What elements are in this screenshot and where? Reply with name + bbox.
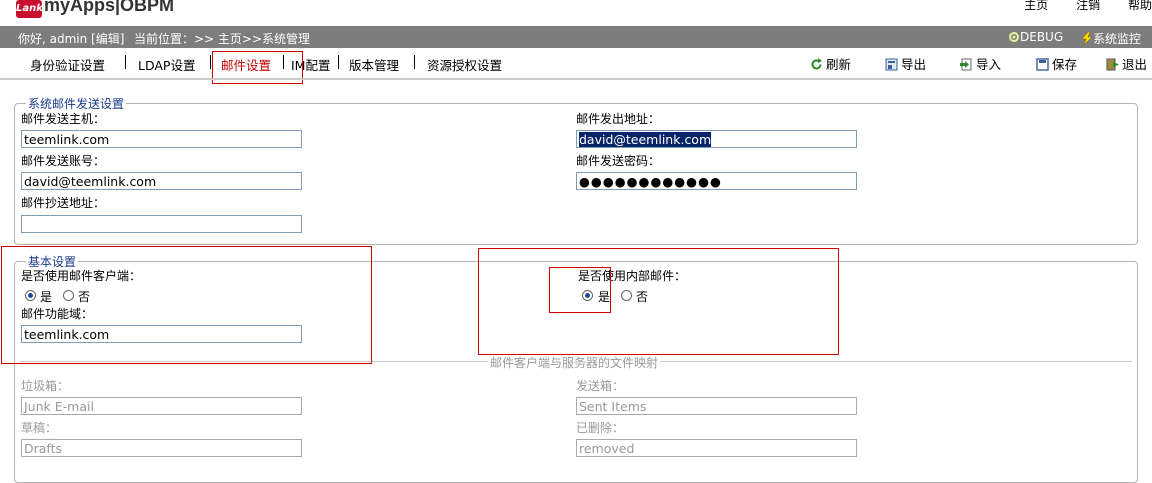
sent-input[interactable]: Sent Items: [576, 397, 857, 415]
system-monitor-link[interactable]: 系统监控: [1081, 30, 1141, 47]
smtp-host-input[interactable]: teemlink.com: [21, 130, 302, 148]
toolbar-divider: [0, 78, 1152, 80]
trash-input[interactable]: Junk E-mail: [21, 397, 302, 415]
smtp-account-input[interactable]: david@teemlink.com: [21, 172, 302, 190]
tab-separator: [125, 55, 126, 69]
app-title: myApps|OBPM: [44, 0, 175, 15]
mapping-title: 邮件客户端与服务器的文件映射: [490, 356, 659, 370]
tab-resource-auth[interactable]: 资源授权设置: [427, 55, 502, 74]
tab-separator: [414, 55, 415, 69]
debug-link[interactable]: DEBUG: [1008, 30, 1063, 44]
user-greeting[interactable]: 你好, admin [编辑]: [18, 30, 124, 47]
toolbar: 身份验证设置 LDAP设置 邮件设置 IM配置 版本管理 资源授权设置 刷新 导…: [0, 48, 1152, 78]
tab-auth[interactable]: 身份验证设置: [30, 55, 105, 74]
exit-button[interactable]: 退出: [1106, 54, 1147, 73]
tab-separator: [338, 55, 339, 69]
help-link[interactable]: 帮助: [1128, 0, 1152, 13]
export-button[interactable]: 导出: [885, 54, 926, 73]
from-address-label: 邮件发出地址：: [576, 112, 661, 126]
annotation-box-internal-mail: [478, 248, 839, 355]
tab-version[interactable]: 版本管理: [349, 55, 399, 74]
tab-ldap[interactable]: LDAP设置: [138, 55, 195, 74]
save-icon: [1036, 58, 1049, 71]
trash-label: 垃圾箱：: [21, 379, 70, 393]
user-bar: 你好, admin [编辑] 当前位置：>> 主页>>系统管理 DEBUG 系统…: [0, 26, 1152, 48]
smtp-password-input[interactable]: ●●●●●●●●●●●●: [576, 172, 857, 190]
mapping-divider-right: [660, 361, 1132, 362]
refresh-button[interactable]: 刷新: [810, 54, 851, 73]
top-links: 主页 注销 帮助: [1000, 0, 1152, 13]
cc-address-label: 邮件抄送地址：: [21, 196, 106, 210]
tab-separator: [210, 55, 211, 69]
breadcrumb: 当前位置：>> 主页>>系统管理: [134, 32, 311, 46]
logo-icon: Lank: [16, 0, 43, 18]
deleted-input[interactable]: removed: [576, 439, 857, 457]
smtp-password-label: 邮件发送密码：: [576, 154, 661, 168]
deleted-label: 已删除：: [576, 421, 625, 435]
lightning-icon: [1081, 31, 1093, 46]
selected-text: david@teemlink.com: [579, 132, 712, 147]
sent-label: 发送箱：: [576, 379, 625, 393]
smtp-account-label: 邮件发送账号：: [21, 154, 106, 168]
app-header: Lank myApps|OBPM 主页 注销 帮助: [0, 0, 1152, 26]
import-icon: [960, 58, 972, 71]
import-button[interactable]: 导入: [960, 54, 1001, 73]
exit-icon: [1106, 58, 1119, 71]
save-button[interactable]: 保存: [1036, 54, 1077, 73]
export-icon: [885, 58, 898, 71]
cc-address-input[interactable]: [21, 215, 302, 233]
smtp-host-label: 邮件发送主机：: [21, 112, 106, 126]
drafts-input[interactable]: Drafts: [21, 439, 302, 457]
drafts-label: 草稿：: [21, 421, 58, 435]
home-link[interactable]: 主页: [1024, 0, 1048, 13]
logout-link[interactable]: 注销: [1076, 0, 1100, 13]
annotation-box-yes-radio: [549, 267, 611, 313]
refresh-icon: [811, 58, 822, 70]
gear-icon: [1009, 32, 1019, 42]
annotation-box-mail-client: [1, 246, 372, 364]
from-address-input[interactable]: david@teemlink.com: [576, 130, 857, 148]
